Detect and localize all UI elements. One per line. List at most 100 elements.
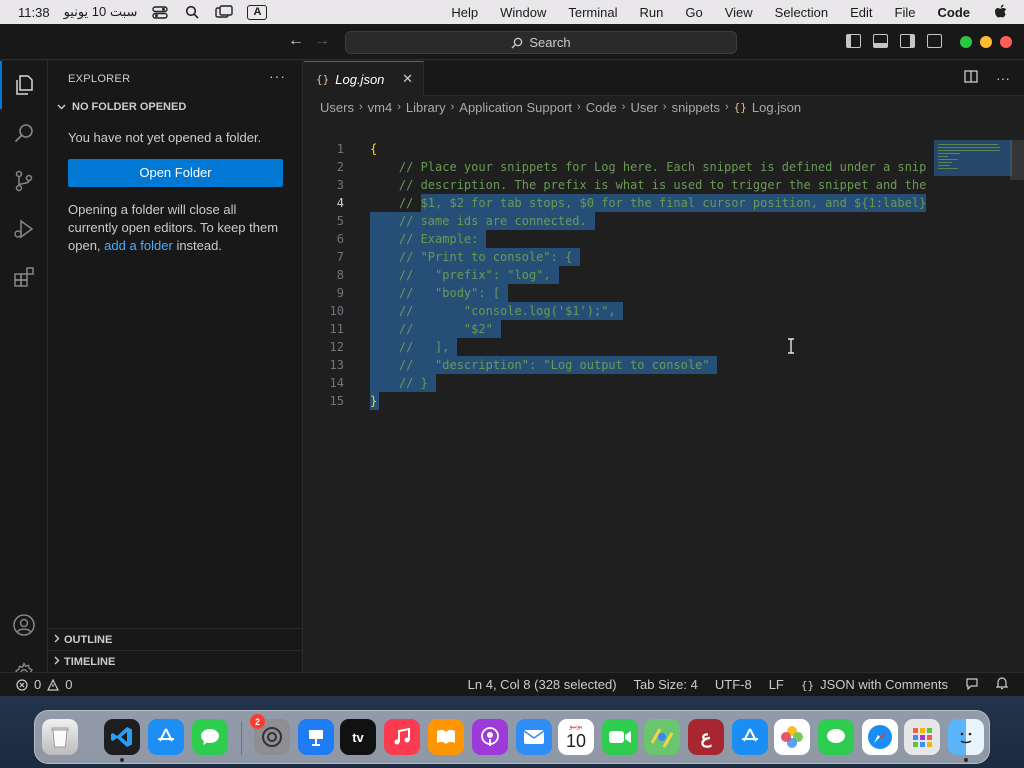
line-number: 14 xyxy=(329,376,344,390)
notification-badge: 2 xyxy=(250,714,265,729)
end-of-line[interactable]: LF xyxy=(769,677,784,692)
customize-layout-icon[interactable] xyxy=(927,34,942,48)
breadcrumb-file[interactable]: Log.json xyxy=(752,100,801,115)
breadcrumb-item[interactable]: Code xyxy=(586,100,617,115)
no-folder-section-header[interactable]: NO FOLDER OPENED xyxy=(48,96,302,118)
safari-icon[interactable] xyxy=(862,719,898,755)
podcasts-icon[interactable] xyxy=(472,719,508,755)
menu-window[interactable]: Window xyxy=(500,5,546,20)
close-tab-icon[interactable]: ✕ xyxy=(402,71,413,87)
code-line: 3 // description. The prefix is what is … xyxy=(304,176,929,194)
menu-app-name[interactable]: Code xyxy=(938,5,971,20)
xcode-app-store-icon[interactable] xyxy=(148,719,184,755)
mail-icon[interactable] xyxy=(516,719,552,755)
date[interactable]: سبت 10 يونيو xyxy=(64,4,138,20)
breadcrumb-item[interactable]: Application Support xyxy=(459,100,572,115)
window-minimize-button[interactable] xyxy=(980,36,992,48)
source-control-icon[interactable] xyxy=(0,157,48,205)
outline-section-header[interactable]: OUTLINE xyxy=(48,628,303,650)
search-icon[interactable] xyxy=(0,109,48,157)
vertical-scrollbar[interactable] xyxy=(1010,140,1024,180)
apple-logo-icon[interactable] xyxy=(992,4,1010,19)
toggle-secondary-sidebar-icon[interactable] xyxy=(900,34,915,48)
go-back-icon[interactable]: ← xyxy=(288,32,304,50)
menu-go[interactable]: Go xyxy=(685,5,702,20)
more-actions-icon[interactable]: ··· xyxy=(269,68,286,84)
tab-log-json[interactable]: {} Log.json ✕ xyxy=(304,61,424,96)
window-close-button[interactable] xyxy=(1000,36,1012,48)
cursor-position[interactable]: Ln 4, Col 8 (328 selected) xyxy=(468,677,617,692)
notifications-bell-icon[interactable] xyxy=(995,676,1009,693)
encoding[interactable]: UTF-8 xyxy=(715,677,752,692)
timeline-section-header[interactable]: TIMELINE xyxy=(48,650,303,672)
open-folder-button[interactable]: Open Folder xyxy=(68,159,283,187)
line-number: 11 xyxy=(329,322,344,336)
menu-edit[interactable]: Edit xyxy=(850,5,872,20)
window-maximize-button[interactable] xyxy=(960,36,972,48)
line-number: 4 xyxy=(336,196,344,210)
arabic-dictionary-icon[interactable]: ع xyxy=(688,719,724,755)
system-settings-icon[interactable]: 2 xyxy=(250,714,290,755)
input-source-indicator[interactable]: A xyxy=(247,4,268,20)
run-and-debug-icon[interactable] xyxy=(0,205,48,253)
vscode-app-icon[interactable] xyxy=(104,719,140,755)
command-center-search[interactable]: Search xyxy=(345,31,737,54)
editor-area: {} Log.json ✕ ··· Users › vm4 › Library › Appl… xyxy=(304,61,1024,696)
feedback-icon[interactable] xyxy=(965,677,979,693)
books-icon[interactable] xyxy=(428,719,464,755)
chevron-right-icon xyxy=(54,634,60,646)
code-editor[interactable]: 1{2 // Place your snippets for Log here.… xyxy=(304,140,929,416)
menu-view[interactable]: View xyxy=(725,5,753,20)
keynote-icon[interactable] xyxy=(298,719,334,755)
problems-indicator[interactable]: 0 0 xyxy=(0,677,72,692)
breadcrumb-item[interactable]: Library xyxy=(406,100,446,115)
photos-icon[interactable] xyxy=(774,719,810,755)
code-line: 6 // Example: xyxy=(304,230,929,248)
go-forward-icon[interactable]: → xyxy=(314,32,330,50)
code-line: 5 // same ids are connected. xyxy=(304,212,929,230)
chevron-down-icon xyxy=(54,104,68,110)
extensions-icon[interactable] xyxy=(0,253,48,301)
menu-file[interactable]: File xyxy=(895,5,916,20)
error-count: 0 xyxy=(34,677,42,692)
minimap[interactable] xyxy=(934,140,1012,176)
menu-run[interactable]: Run xyxy=(640,5,664,20)
explorer-icon[interactable] xyxy=(0,61,48,109)
code-line: 11 // "$2" xyxy=(304,320,929,338)
finder-icon[interactable] xyxy=(948,719,984,755)
menu-help[interactable]: Help xyxy=(451,5,478,20)
line-number: 7 xyxy=(336,250,344,264)
breadcrumb-item[interactable]: User xyxy=(630,100,657,115)
breadcrumb-item[interactable]: vm4 xyxy=(368,100,393,115)
code-text: // "prefix": "log", xyxy=(370,268,551,282)
menu-selection[interactable]: Selection xyxy=(775,5,828,20)
accounts-icon[interactable] xyxy=(0,601,48,649)
breadcrumb-item[interactable]: Users xyxy=(320,100,354,115)
calendar-icon[interactable]: يونيو 10 xyxy=(558,719,594,755)
search-icon xyxy=(511,37,523,48)
messages-alt-icon[interactable] xyxy=(818,719,854,755)
toggle-primary-sidebar-icon[interactable] xyxy=(846,34,861,48)
split-editor-icon[interactable] xyxy=(964,70,978,86)
app-store-icon[interactable] xyxy=(732,719,768,755)
clock[interactable]: 11:38 xyxy=(18,5,50,20)
launchpad-icon[interactable] xyxy=(904,719,940,755)
screen-mirroring-icon[interactable] xyxy=(215,5,234,19)
menu-terminal[interactable]: Terminal xyxy=(568,5,617,20)
maps-icon[interactable] xyxy=(644,719,680,755)
control-center-icon[interactable] xyxy=(151,5,169,19)
toggle-panel-icon[interactable] xyxy=(873,34,888,48)
messages-icon[interactable] xyxy=(192,719,228,755)
code-text: // } xyxy=(370,376,428,390)
music-icon[interactable] xyxy=(384,719,420,755)
code-line: 9 // "body": [ xyxy=(304,284,929,302)
facetime-icon[interactable] xyxy=(602,719,638,755)
add-folder-link[interactable]: add a folder xyxy=(104,238,173,253)
breadcrumb-item[interactable]: snippets xyxy=(672,100,720,115)
language-mode[interactable]: {} JSON with Comments xyxy=(801,677,948,692)
trash-icon[interactable] xyxy=(42,719,78,755)
tab-size[interactable]: Tab Size: 4 xyxy=(634,677,698,692)
more-actions-icon[interactable]: ··· xyxy=(996,70,1010,86)
spotlight-search-icon[interactable] xyxy=(183,5,201,19)
apple-tv-icon[interactable]: tv xyxy=(340,719,376,755)
